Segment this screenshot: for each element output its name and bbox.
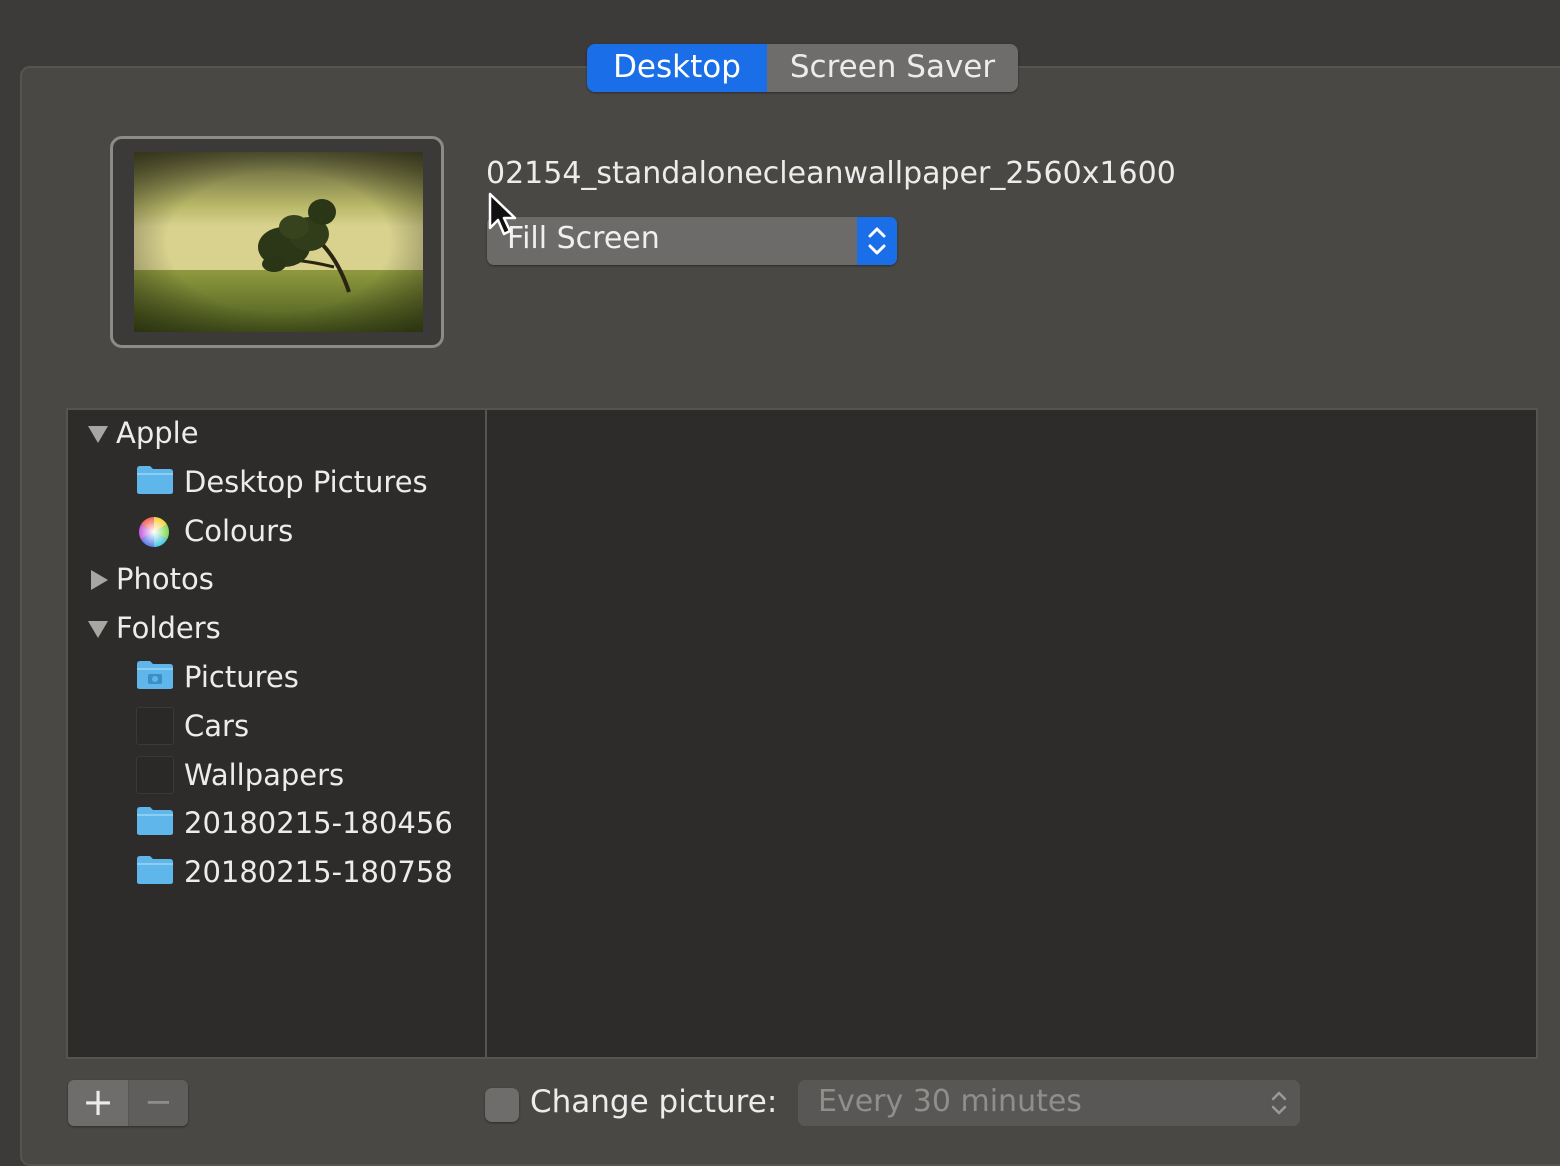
wallpaper-preview [110,136,444,348]
color-wheel-icon [138,516,176,548]
pictures-folder-icon [136,660,174,692]
minus-icon: − [144,1082,173,1122]
source-item-cars[interactable]: Cars [68,707,484,751]
source-item-label: 20180215-180456 [184,806,453,840]
folder-icon [136,855,174,887]
add-source-button[interactable]: + [68,1080,128,1126]
source-item-label: Pictures [184,660,299,694]
wallpaper-thumbnail [134,152,423,332]
folder-icon [136,806,174,838]
plus-icon: + [82,1080,114,1124]
source-list: Apple Desktop Pictures Colours Photos Fo… [66,408,486,1059]
remove-source-button[interactable]: − [127,1080,188,1126]
source-item-colours[interactable]: Colours [68,512,484,556]
change-picture-checkbox[interactable] [485,1088,519,1122]
source-item-label: Desktop Pictures [184,465,428,499]
tab-screen-saver[interactable]: Screen Saver [767,44,1018,92]
change-picture-label: Change picture: [530,1084,778,1120]
source-group-label: Apple [116,416,199,450]
disclosure-expanded-icon[interactable] [88,426,108,443]
source-item-desktop-pictures[interactable]: Desktop Pictures [68,463,484,507]
blank-thumbnail-icon [136,707,174,745]
wallpaper-filename: 02154_standalonecleanwallpaper_2560x1600 [486,156,1176,191]
source-item-20180215-180758[interactable]: 20180215-180758 [68,853,484,897]
source-item-pictures[interactable]: Pictures [68,658,484,702]
source-item-label: Colours [184,514,294,548]
source-item-wallpapers[interactable]: Wallpapers [68,756,484,800]
chevron-updown-icon [1266,1084,1292,1126]
source-item-label: Cars [184,709,250,743]
source-group-photos[interactable]: Photos [88,560,468,604]
source-group-label: Folders [116,611,221,645]
scaling-select-value: Fill Screen [507,221,660,256]
tab-bar: Desktop Screen Saver [587,44,1018,92]
source-item-label: Wallpapers [184,758,345,792]
folder-icon [136,465,174,497]
mouse-pointer-icon [488,192,518,242]
disclosure-expanded-icon[interactable] [88,621,108,638]
source-group-folders[interactable]: Folders [88,609,468,653]
blank-thumbnail-icon [136,756,174,794]
scaling-select[interactable]: Fill Screen [487,217,897,265]
source-item-label: 20180215-180758 [184,855,453,889]
source-item-20180215-180456[interactable]: 20180215-180456 [68,804,484,848]
chevron-updown-icon[interactable] [857,217,897,265]
picture-grid[interactable] [486,408,1538,1059]
disclosure-collapsed-icon[interactable] [91,570,108,590]
source-group-label: Photos [116,562,214,596]
tab-desktop[interactable]: Desktop [587,44,767,92]
change-interval-value: Every 30 minutes [818,1084,1082,1119]
change-interval-select[interactable]: Every 30 minutes [798,1080,1300,1126]
source-group-apple[interactable]: Apple [88,414,468,458]
source-list-buttons: + − [68,1080,188,1126]
